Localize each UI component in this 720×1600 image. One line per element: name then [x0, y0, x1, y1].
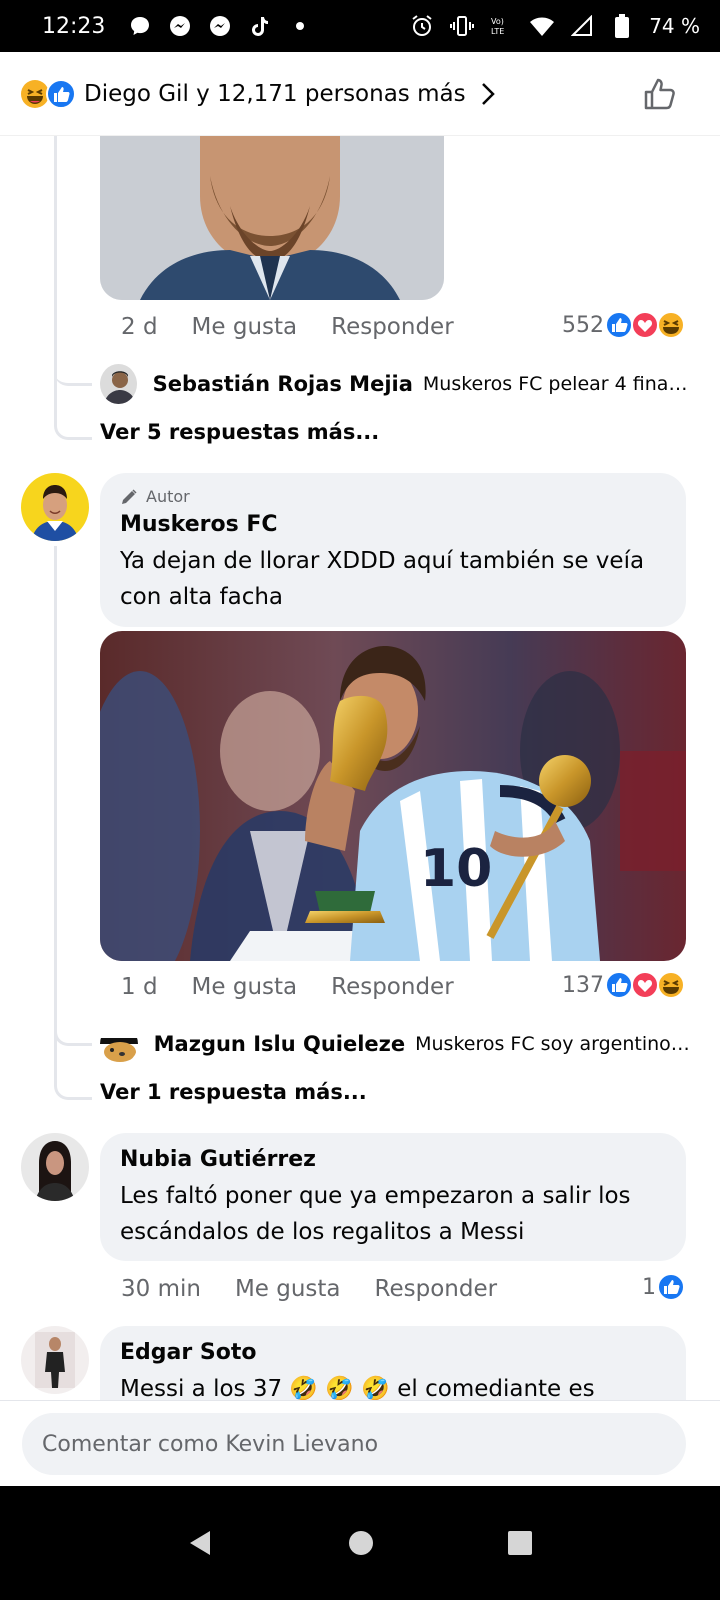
view-more-replies[interactable]: Ver 1 respuesta más...: [100, 1080, 367, 1104]
reaction-count-value: 137: [562, 972, 604, 998]
like-button[interactable]: Me gusta: [192, 974, 298, 1000]
comment-text: Ya dejan de llorar XDDD aquí también se …: [120, 548, 645, 610]
alarm-icon: [409, 13, 435, 39]
reply-button[interactable]: Responder: [375, 1276, 498, 1302]
reaction-count[interactable]: 552: [562, 310, 686, 340]
like-outline-icon[interactable]: [642, 76, 678, 112]
vibrate-icon: [449, 13, 475, 39]
reply-button[interactable]: Responder: [331, 974, 454, 1000]
comment-time: 1 d: [121, 974, 158, 1000]
comment-actions: 1 d Me gusta Responder: [121, 974, 454, 1000]
comment-text: Les faltó poner que ya empezaron a salir…: [120, 1183, 631, 1245]
svg-text:10: 10: [420, 839, 492, 899]
pencil-icon: [122, 488, 137, 504]
like-button[interactable]: Me gusta: [192, 314, 298, 340]
comment-bubble[interactable]: Nubia Gutiérrez Les faltó poner que ya e…: [100, 1133, 686, 1261]
battery-percent: 74 %: [649, 14, 700, 38]
comment-actions: 30 min Me gusta Responder: [121, 1276, 497, 1302]
chevron-right-icon[interactable]: [480, 81, 496, 107]
comment-author[interactable]: Nubia Gutiérrez: [120, 1147, 666, 1172]
haha-icon: [657, 311, 685, 339]
mini-reactions: [605, 970, 686, 1000]
comment-time: 2 d: [121, 314, 158, 340]
chat-bubble-icon: [127, 13, 153, 39]
messenger-icon: [207, 13, 233, 39]
reaction-count[interactable]: 137: [562, 970, 686, 1000]
avatar[interactable]: [21, 1326, 89, 1394]
messenger-icon: [167, 13, 193, 39]
like-icon: [657, 1273, 685, 1301]
avatar[interactable]: [100, 1024, 138, 1064]
reply-snippet: Muskeros FC soy argentino y…: [415, 1033, 690, 1055]
comment-bubble[interactable]: Autor Muskeros FC Ya dejan de llorar XDD…: [100, 473, 686, 627]
back-icon[interactable]: [186, 1528, 216, 1558]
thread-line: [54, 546, 57, 1066]
mini-reactions: [657, 1272, 686, 1302]
tiktok-icon: [247, 13, 273, 39]
signal-icon: [569, 13, 595, 39]
comment-author[interactable]: Muskeros FC: [120, 512, 666, 537]
reaction-icons: [20, 78, 76, 109]
reply-button[interactable]: Responder: [331, 314, 454, 340]
reply-preview[interactable]: Sebastián Rojas Mejia Muskeros FC pelear…: [100, 364, 690, 404]
system-icons: Vo) LTE 74 %: [409, 13, 700, 39]
reply-author[interactable]: Sebastián Rojas Mejia: [153, 372, 413, 396]
thread-connector: [54, 1036, 92, 1100]
status-time: 12:23: [42, 13, 106, 39]
comments-feed[interactable]: 2 d Me gusta Responder 552 Sebastián Roj…: [0, 136, 720, 1426]
svg-text:Vo): Vo): [491, 17, 504, 26]
avatar[interactable]: [21, 473, 89, 541]
author-badge-label: Autor: [146, 487, 190, 506]
reply-snippet: Muskeros FC pelear 4 finales…: [422, 373, 690, 395]
reaction-count[interactable]: 1: [642, 1272, 686, 1302]
comment-input[interactable]: [22, 1413, 686, 1475]
reply-preview[interactable]: Mazgun Islu Quieleze Muskeros FC soy arg…: [100, 1024, 690, 1064]
avatar[interactable]: [100, 364, 137, 404]
comment-author[interactable]: Edgar Soto: [120, 1340, 666, 1365]
author-badge: Autor: [120, 487, 666, 506]
haha-icon: [657, 971, 685, 999]
like-button[interactable]: Me gusta: [235, 1276, 341, 1302]
android-nav-bar: [0, 1486, 720, 1600]
wifi-icon: [529, 13, 555, 39]
volte-icon: Vo) LTE: [489, 13, 515, 39]
reaction-count-value: 1: [642, 1274, 656, 1300]
home-icon[interactable]: [347, 1529, 375, 1557]
comment-time: 30 min: [121, 1276, 201, 1302]
view-more-replies[interactable]: Ver 5 respuestas más...: [100, 420, 379, 444]
mini-reactions: [605, 310, 686, 340]
status-bar: 12:23 Vo) LTE 74 %: [0, 0, 720, 52]
reaction-count-value: 552: [562, 312, 604, 338]
dot-icon: [287, 13, 313, 39]
avatar[interactable]: [21, 1133, 89, 1201]
recents-icon[interactable]: [506, 1529, 534, 1557]
comment-composer: [0, 1400, 720, 1486]
thread-line: [54, 136, 57, 366]
comment-image-world-cup[interactable]: 10: [100, 631, 686, 961]
comment-actions: 2 d Me gusta Responder: [121, 314, 454, 340]
battery-icon: [609, 13, 635, 39]
reactions-summary[interactable]: Diego Gil y 12,171 personas más: [84, 81, 466, 107]
comment-image-messi-portrait[interactable]: [100, 136, 444, 300]
reply-author[interactable]: Mazgun Islu Quieleze: [154, 1032, 405, 1056]
thread-connector: [54, 366, 92, 440]
reactions-header[interactable]: Diego Gil y 12,171 personas más: [0, 52, 720, 136]
svg-text:LTE: LTE: [491, 27, 504, 36]
notification-icons: [127, 13, 313, 39]
like-icon: [46, 78, 76, 109]
